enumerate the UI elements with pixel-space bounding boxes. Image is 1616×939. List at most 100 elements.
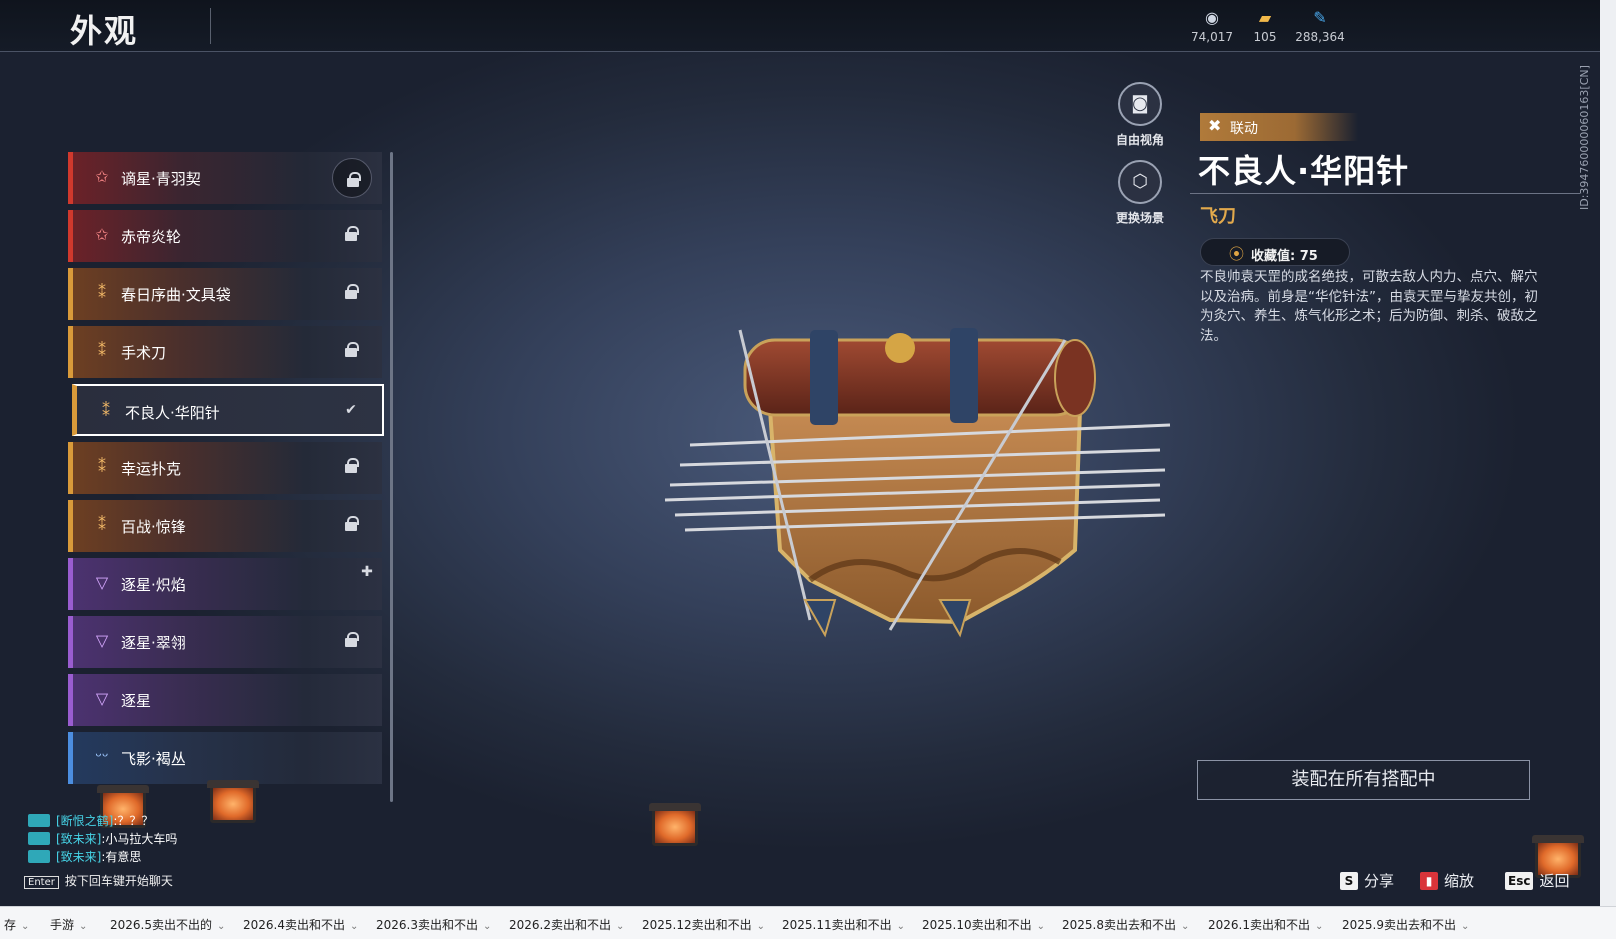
bookmark-label: 2025.8卖出去和不出	[1062, 918, 1176, 932]
cross-rank-icon: ⁑	[98, 457, 106, 476]
lock-icon	[342, 458, 360, 476]
bookmark-folder[interactable]: 手游 ⌄	[50, 916, 87, 933]
chevron-down-icon: ⌄	[79, 921, 88, 932]
change-scene-label: 更换场景	[1115, 211, 1164, 225]
list-item[interactable]: ▽ 逐星·炽焰 ✚	[68, 558, 382, 610]
chat-sender[interactable]: [断恨之鹤]	[56, 814, 113, 828]
esc-key: Esc	[1505, 872, 1534, 890]
currency-value: 288,364	[1295, 30, 1345, 44]
share-hint[interactable]: S 分享	[1340, 870, 1394, 891]
bookmark-folder[interactable]: 2025.10卖出和不出 ⌄	[922, 916, 1045, 933]
cross-rank-icon: ⁑	[98, 283, 106, 302]
list-item-selected[interactable]: ⁑ 不良人·华阳针 ✔	[72, 384, 384, 436]
bookmark-folder[interactable]: 2025.11卖出和不出 ⌄	[782, 916, 905, 933]
chat-channel-icon	[28, 850, 50, 863]
chat-message: [致未来]:有意思	[28, 848, 141, 865]
bookmark-label: 2025.9卖出去和不出	[1342, 918, 1456, 932]
chevron-down-icon: ⌄	[1036, 921, 1046, 932]
lock-icon	[342, 516, 360, 534]
item-description: 不良帅袁天罡的成名绝技，可散去敌人内力、点穴、解穴以及治病。前身是“华佗针法”，…	[1200, 269, 1538, 344]
list-item-label: 逐星·炽焰	[121, 576, 186, 594]
bookmark-label: 2026.1卖出和不出	[1208, 918, 1310, 932]
bookmark-label: 2026.3卖出和不出	[376, 918, 478, 932]
chat-input-hint[interactable]: Enter 按下回车键开始聊天	[24, 872, 173, 889]
currency-jade: ◉ 74,017	[1182, 8, 1242, 44]
item-preview-model[interactable]	[660, 300, 1220, 680]
list-item-label: 幸运扑克	[121, 460, 182, 478]
chat-hint-text: 按下回车键开始聊天	[64, 874, 173, 888]
feather-icon: ✎	[1313, 8, 1327, 27]
star-icon: ✩	[95, 225, 109, 244]
chevron-down-icon: ⌄	[483, 921, 492, 932]
bookmark-folder[interactable]: 2025.9卖出去和不出 ⌄	[1342, 916, 1469, 933]
chevron-down-icon: ⌄	[217, 921, 226, 932]
list-item[interactable]: ⁑ 幸运扑克	[68, 442, 382, 494]
chat-sender[interactable]: [致未来]	[56, 850, 101, 864]
bookmark-folder[interactable]: 2025.8卖出去和不出 ⌄	[1062, 916, 1189, 933]
free-view-label: 自由视角	[1115, 133, 1164, 147]
currency-ticket: ▰ 105	[1235, 8, 1295, 44]
bookmark-label: 2025.11卖出和不出	[782, 918, 892, 932]
collection-icon: ⦿	[1229, 245, 1245, 263]
chat-message: [致未来]:小马拉大车吗	[28, 830, 177, 847]
lock-icon	[342, 632, 360, 650]
bookmark-folder[interactable]: 2026.3卖出和不出 ⌄	[376, 916, 491, 933]
bookmark-folder[interactable]: 2026.1卖出和不出 ⌄	[1208, 916, 1323, 933]
chevron-down-icon: ⌄	[896, 921, 906, 932]
bookmark-label: 手游	[50, 918, 75, 932]
back-label: 返回	[1539, 872, 1570, 890]
list-item-label: 逐星	[121, 692, 152, 710]
bookmark-folder[interactable]: 2025.12卖出和不出 ⌄	[642, 916, 765, 933]
lantern-decoration	[207, 780, 259, 823]
share-key: S	[1340, 872, 1358, 890]
list-item-label: 不良人·华阳针	[125, 404, 220, 422]
chevron-down-icon: ⌄	[21, 921, 30, 932]
cross-rank-icon: ⁑	[98, 515, 106, 534]
cross-rank-icon: ⁑	[102, 401, 110, 420]
chat-sender[interactable]: [致未来]	[56, 832, 101, 846]
window-edge	[1600, 0, 1616, 906]
free-view-button[interactable]: ◙	[1118, 82, 1162, 126]
list-item[interactable]: ⁑ 春日序曲·文具袋	[68, 268, 382, 320]
cross-rank-icon: ⁑	[98, 341, 106, 360]
chevron-down-icon: ⌄	[756, 921, 766, 932]
equip-all-button[interactable]: 装配在所有搭配中	[1197, 760, 1530, 800]
lock-icon	[332, 158, 372, 198]
list-item-label: 逐星·翠翎	[121, 634, 186, 652]
bookmark-folder[interactable]: 2026.5卖出不出的 ⌄	[110, 916, 225, 933]
chat-text: :小马拉大车吗	[101, 832, 178, 846]
list-item[interactable]: ✩ 谪星·青羽契	[68, 152, 382, 204]
bookmark-label: 2026.2卖出和不出	[509, 918, 611, 932]
list-item[interactable]: ᵕᵕ 飞影·褐丛	[68, 732, 382, 784]
zoom-hint[interactable]: ▮ 缩放	[1420, 870, 1474, 891]
chevron-down-icon: ⌄	[1461, 921, 1470, 932]
list-item-label: 百战·惊锋	[121, 518, 186, 536]
bookmark-folder[interactable]: 存 ⌄	[4, 916, 29, 933]
triangle-rank-icon: ▽	[95, 573, 109, 592]
bookmarks-bar: 存 ⌄ 手游 ⌄ 2026.5卖出不出的 ⌄ 2026.4卖出和不出 ⌄ 2026.3卖…	[0, 906, 1616, 939]
item-name: 不良人·华阳针	[1198, 152, 1410, 190]
list-item-label: 赤帝炎轮	[121, 228, 182, 246]
appearance-screen: 外观 ◉ 74,017 ▰ 105 ✎ 288,364 ✩ 谪星·青羽契 ✩ 赤…	[0, 0, 1616, 906]
list-item[interactable]: ▽ 逐星·翠翎	[68, 616, 382, 668]
list-item[interactable]: ⁑ 手术刀	[68, 326, 382, 378]
collab-tag: ✖ 联动	[1200, 113, 1358, 141]
bookmark-label: 2026.4卖出和不出	[243, 918, 345, 932]
page-title: 外观	[70, 12, 139, 50]
triangle-rank-icon: ▽	[95, 689, 109, 708]
chat-message: [断恨之鹤]:？？？	[28, 812, 153, 829]
cube-icon: ⬡	[1132, 171, 1148, 192]
list-scrollbar[interactable]	[390, 152, 393, 802]
lock-icon	[342, 226, 360, 244]
list-item[interactable]: ⁑ 百战·惊锋	[68, 500, 382, 552]
change-scene-button[interactable]: ⬡	[1118, 160, 1162, 204]
currency-value: 74,017	[1191, 30, 1233, 44]
list-item[interactable]: ▽ 逐星	[68, 674, 382, 726]
list-item[interactable]: ✩ 赤帝炎轮	[68, 210, 382, 262]
item-type: 飞刀	[1200, 206, 1236, 227]
back-hint[interactable]: Esc 返回	[1505, 870, 1569, 891]
bookmark-folder[interactable]: 2026.4卖出和不出 ⌄	[243, 916, 358, 933]
chat-text: :？？？	[113, 814, 154, 828]
collection-value: 收藏值: 75	[1251, 249, 1318, 264]
bookmark-folder[interactable]: 2026.2卖出和不出 ⌄	[509, 916, 624, 933]
